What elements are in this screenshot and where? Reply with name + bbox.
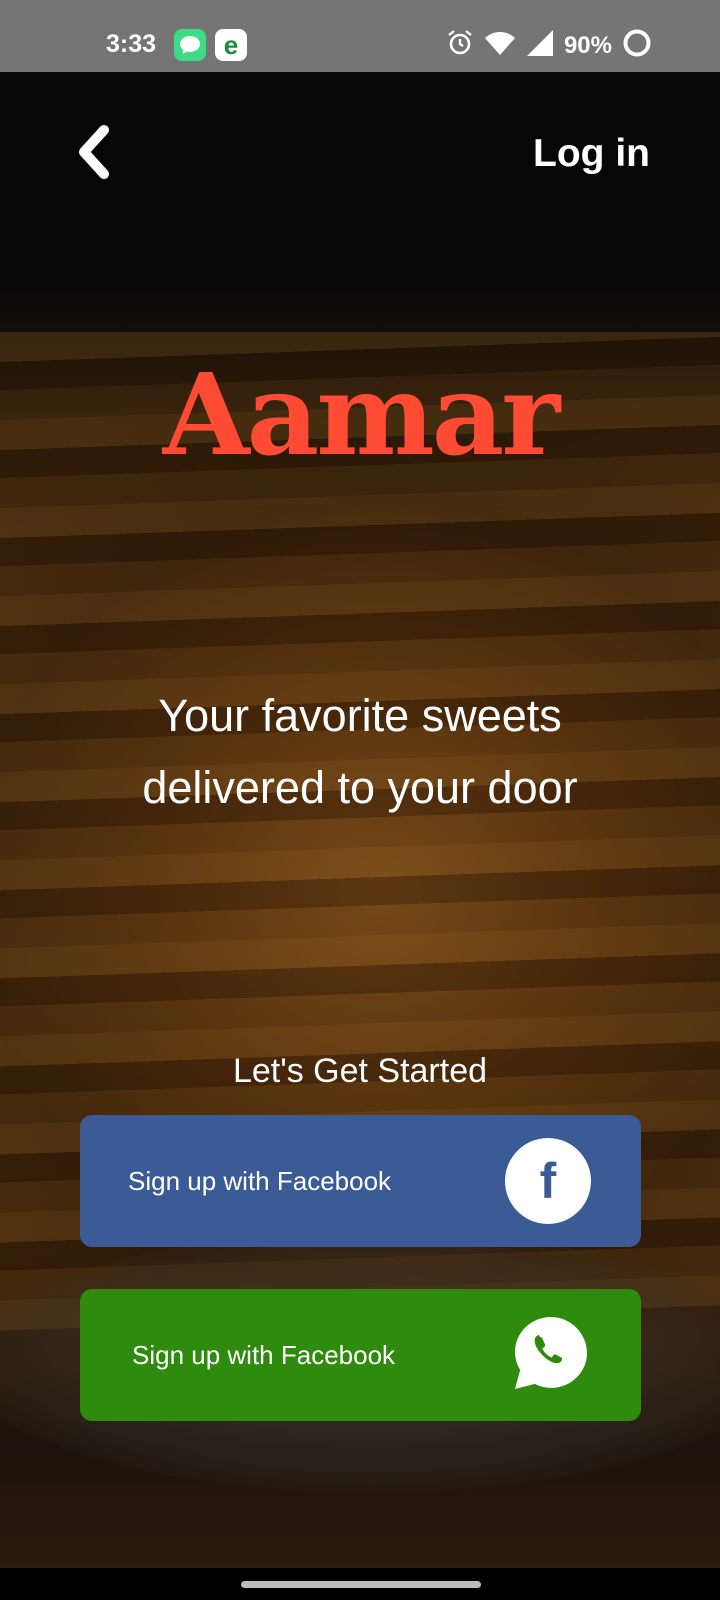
signal-icon [526,29,554,62]
whatsapp-signup-label: Sign up with Facebook [132,1339,396,1370]
brand-logo: Aamar [162,350,561,481]
home-gesture-handle[interactable] [241,1581,481,1588]
tagline: Your favorite sweets delivered to your d… [0,680,720,824]
facebook-icon: f [505,1138,591,1224]
login-link[interactable]: Log in [533,132,650,176]
whatsapp-icon [511,1313,591,1398]
battery-ring-icon [622,28,652,63]
alarm-icon [446,29,474,62]
tagline-line-2: delivered to your door [142,762,578,813]
battery-percent: 90% [563,31,612,59]
system-navigation-bar [0,1568,720,1600]
whatsapp-signup-button[interactable]: Sign up with Facebook [80,1289,641,1421]
e-app-icon: e [215,29,247,61]
get-started-heading: Let's Get Started [232,1052,488,1090]
wifi-icon [484,30,516,61]
status-time: 3:33 [106,30,157,58]
facebook-signup-label: Sign up with Facebook [128,1165,392,1196]
chevron-left-icon [79,125,109,179]
tagline-line-1: Your favorite sweets [158,690,562,741]
facebook-signup-button[interactable]: Sign up with Facebook f [80,1115,641,1247]
status-bar: 3:33 e 90% [0,0,720,72]
back-button[interactable] [70,122,118,182]
messages-app-icon [174,29,206,61]
